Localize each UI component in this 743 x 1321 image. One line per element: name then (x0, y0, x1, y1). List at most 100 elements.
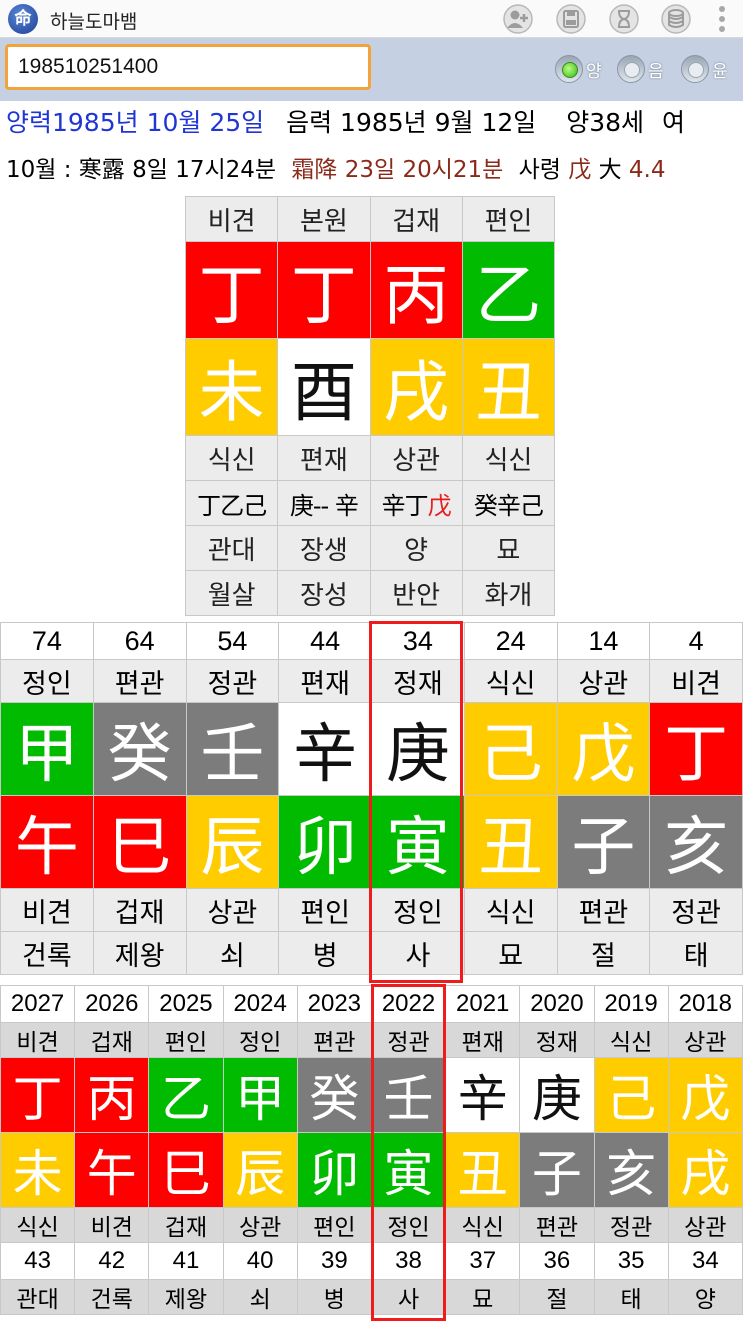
twelve-stage: 양 (369, 525, 463, 571)
daeun-stem-god: 상관 (556, 659, 651, 703)
hidden-stems-text: 癸辛己 (473, 491, 544, 520)
gender: 여 (662, 108, 686, 137)
seun-branch[interactable]: 亥 (593, 1132, 669, 1208)
seun-year[interactable]: 2021 (445, 985, 521, 1023)
radio-selected-icon (555, 55, 583, 83)
daeun-branch[interactable]: 子 (556, 795, 651, 889)
daeun-age[interactable]: 24 (463, 622, 558, 660)
ten-god-label: 상관 (369, 435, 463, 481)
add-person-button[interactable] (501, 3, 535, 35)
seun-year[interactable]: 2022 (370, 985, 447, 1023)
seun-stem[interactable]: 戊 (667, 1057, 743, 1133)
seun-year[interactable]: 2019 (593, 985, 669, 1023)
radio-leap[interactable]: 윤 (681, 55, 728, 83)
natal-stem[interactable]: 乙 (461, 241, 556, 339)
title-bar: 命 하늘도마뱀 (0, 0, 743, 38)
daeun-branch[interactable]: 丑 (463, 795, 558, 889)
birth-datetime-input[interactable] (5, 44, 371, 90)
ten-god-label: 편재 (277, 435, 371, 481)
ten-god-label: 식신 (461, 435, 556, 481)
seun-stage: 병 (296, 1279, 372, 1315)
daeun-stem-god: 정재 (371, 659, 465, 703)
seun-branch[interactable]: 丑 (445, 1132, 521, 1208)
daeun-stem[interactable]: 戊 (556, 702, 651, 796)
daeun-age[interactable]: 34 (371, 622, 465, 660)
daeun-age[interactable]: 64 (92, 622, 187, 660)
daeun-branch-god: 편관 (556, 888, 651, 932)
daeun-age[interactable]: 44 (278, 622, 372, 660)
daeun-stem[interactable]: 丁 (649, 702, 743, 796)
seun-branch[interactable]: 卯 (296, 1132, 372, 1208)
natal-stem[interactable]: 丁 (184, 241, 279, 339)
daeun-stem[interactable]: 庚 (371, 702, 465, 796)
seun-branch[interactable]: 戌 (667, 1132, 743, 1208)
date-info-line: 양력1985년 10월 25일 음력 1985년 9월 12일 양38세 여 (6, 103, 685, 139)
daeun-stem[interactable]: 甲 (0, 702, 94, 796)
add-person-icon (503, 4, 533, 34)
daeun-branch[interactable]: 辰 (185, 795, 280, 889)
natal-branch[interactable]: 戌 (369, 338, 463, 436)
seun-year[interactable]: 2027 (0, 985, 76, 1023)
seun-stage: 쇠 (222, 1279, 298, 1315)
daeun-branch[interactable]: 午 (0, 795, 94, 889)
seun-stem[interactable]: 甲 (222, 1057, 298, 1133)
natal-branch[interactable]: 酉 (277, 338, 371, 436)
daeun-branch[interactable]: 亥 (649, 795, 743, 889)
daeun-age[interactable]: 14 (556, 622, 651, 660)
daeun-age[interactable]: 74 (0, 622, 94, 660)
database-button[interactable] (659, 3, 693, 35)
seun-stem[interactable]: 丙 (74, 1057, 150, 1133)
seun-branch[interactable]: 未 (0, 1132, 76, 1208)
daeun-branch[interactable]: 寅 (371, 795, 465, 889)
daeun-stage: 쇠 (185, 931, 280, 975)
seun-year[interactable]: 2018 (667, 985, 743, 1023)
seun-branch[interactable]: 辰 (222, 1132, 298, 1208)
seun-branch[interactable]: 巳 (148, 1132, 224, 1208)
natal-branch[interactable]: 丑 (461, 338, 556, 436)
timer-button[interactable] (607, 3, 641, 35)
seun-age: 39 (296, 1242, 372, 1280)
seun-stage: 태 (593, 1279, 669, 1315)
radio-solar[interactable]: 양 (555, 55, 602, 83)
seun-branch[interactable]: 寅 (370, 1132, 447, 1208)
daeun-branch[interactable]: 巳 (92, 795, 187, 889)
seun-year[interactable]: 2020 (519, 985, 595, 1023)
daeun-age[interactable]: 54 (185, 622, 280, 660)
app-title: 하늘도마뱀 (50, 11, 138, 33)
radio-label: 양 (586, 61, 602, 82)
seun-stem[interactable]: 丁 (0, 1057, 76, 1133)
hourglass-icon (609, 4, 639, 34)
save-button[interactable] (554, 3, 588, 35)
radio-lunar[interactable]: 음 (617, 55, 664, 83)
natal-branch[interactable]: 未 (184, 338, 279, 436)
daeun-stage: 제왕 (92, 931, 187, 975)
seun-year[interactable]: 2026 (74, 985, 150, 1023)
daeun-stem[interactable]: 壬 (185, 702, 280, 796)
overflow-menu-button[interactable] (707, 3, 737, 35)
seun-year[interactable]: 2023 (296, 985, 372, 1023)
overflow-menu-icon (719, 6, 725, 32)
daeun-stem[interactable]: 己 (463, 702, 558, 796)
daeun-stem[interactable]: 癸 (92, 702, 187, 796)
seun-table: 2027 2026 2025 2024 2023 2022 2021 2020 2019 2018… (0, 985, 743, 1315)
natal-stem[interactable]: 丙 (369, 241, 463, 339)
seun-stem[interactable]: 己 (593, 1057, 669, 1133)
seun-branch[interactable]: 子 (519, 1132, 595, 1208)
seun-age: 36 (519, 1242, 595, 1280)
daeun-stage: 절 (556, 931, 651, 975)
seun-stem[interactable]: 庚 (519, 1057, 595, 1133)
seun-stem[interactable]: 壬 (370, 1057, 447, 1133)
seun-year[interactable]: 2025 (148, 985, 224, 1023)
seun-stem[interactable]: 癸 (296, 1057, 372, 1133)
seun-stem[interactable]: 乙 (148, 1057, 224, 1133)
daeun-branch[interactable]: 卯 (278, 795, 372, 889)
hidden-stems-text: 庚-- 辛 (289, 491, 359, 520)
seun-stem[interactable]: 辛 (445, 1057, 521, 1133)
daeun-branch-god: 편인 (278, 888, 372, 932)
daeun-stage: 태 (649, 931, 743, 975)
daeun-stem[interactable]: 辛 (278, 702, 372, 796)
seun-year[interactable]: 2024 (222, 985, 298, 1023)
natal-stem[interactable]: 丁 (277, 241, 371, 339)
daeun-age[interactable]: 4 (649, 622, 743, 660)
seun-branch[interactable]: 午 (74, 1132, 150, 1208)
